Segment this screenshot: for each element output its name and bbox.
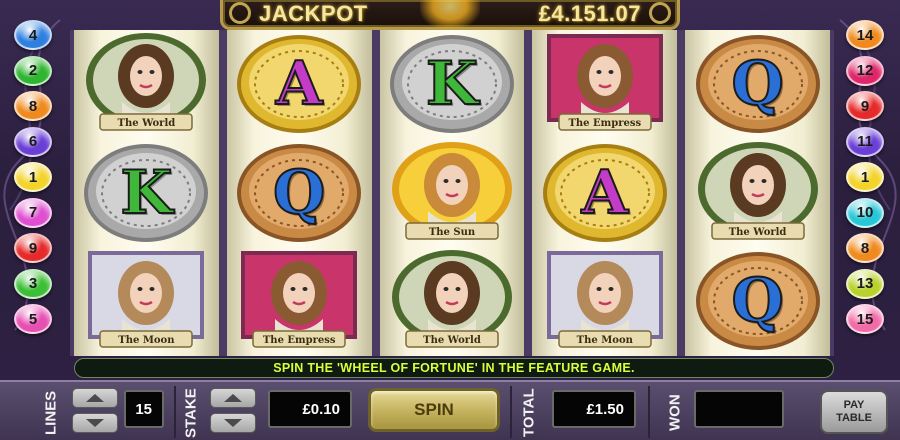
pay-table-label-line1: PAY [843,399,865,411]
panel-divider [174,386,176,438]
payline-button[interactable]: 8 [846,233,884,263]
payline-button[interactable]: 1 [14,162,52,192]
stake-label: STAKE [182,388,200,438]
pay-table-button[interactable]: PAY TABLE [820,390,888,434]
symbol-letter: Q [730,48,784,120]
reel-symbol: The Moon [74,247,219,356]
reel-2: A Q The Empress [222,30,376,356]
payline-button[interactable]: 7 [14,197,52,228]
payline-button[interactable]: 15 [846,304,884,334]
reel-4: The Empress A The Moon [528,30,682,356]
symbol-letter: Q [272,157,326,229]
reel-1: The World K The Moon [70,30,223,356]
symbol-letter: K [119,157,173,229]
reel-5: Q The World Q [681,30,834,356]
reel-symbol: The Empress [532,30,677,139]
symbol-letter: A [581,157,630,229]
tarot-card-label: The Moon [576,335,633,347]
lamp-glow-icon [420,0,480,30]
payline-button[interactable]: 8 [14,91,52,121]
lines-up-button[interactable] [72,388,118,408]
payline-button[interactable]: 4 [14,20,52,50]
tarot-card-label: The World [728,226,787,238]
jackpot-value: £4.151.07 [538,0,641,26]
arrow-up-icon [224,394,242,402]
right-payline-buttons: 14 12 9 11 1 10 8 13 15 [846,20,886,340]
stake-up-button[interactable] [210,388,256,408]
reel-symbol: A [532,139,677,248]
arrow-down-icon [224,419,242,427]
payline-button[interactable]: 13 [846,268,884,299]
reel-symbol: A [227,30,372,139]
reel-symbol: Q [227,139,372,248]
reel-symbol: The Moon [532,247,677,356]
pay-table-label-line2: TABLE [836,412,872,424]
payline-button[interactable]: 11 [846,126,884,157]
won-label: WON [666,394,684,432]
payline-button[interactable]: 9 [846,91,884,121]
symbol-letter: K [425,48,479,120]
tarot-card-label: The World [423,335,481,347]
reel-symbol: The World [74,30,219,139]
lines-arrows [72,388,118,438]
ornament-icon [229,2,251,24]
arrow-up-icon [86,394,104,402]
jackpot-banner: JACKPOT £4.151.07 [220,0,680,30]
symbol-letter: A [275,48,324,120]
payline-button[interactable]: 3 [14,268,52,299]
total-value: £1.50 [552,390,636,428]
stake-down-button[interactable] [210,413,256,433]
ornament-icon [649,2,671,24]
reel-symbol: The Sun [380,139,525,248]
reel-symbol: Q [685,30,830,139]
panel-divider [648,386,650,438]
tarot-card-label: The Empress [568,118,642,130]
payline-button[interactable]: 1 [846,162,884,192]
control-panel: LINES 15 STAKE £0.10 SPIN TOTAL £1.50 WO… [0,380,900,440]
payline-button[interactable]: 9 [14,233,52,263]
jackpot-label: JACKPOT [259,0,368,26]
symbol-letter: Q [730,265,784,337]
reel-symbol: The World [380,247,525,356]
tarot-card-label: The Moon [118,335,175,347]
lines-label: LINES [42,390,60,436]
message-bar: SPIN THE 'WHEEL OF FORTUNE' IN THE FEATU… [74,358,834,378]
lines-down-button[interactable] [72,413,118,433]
stake-value: £0.10 [268,390,352,428]
tarot-card-label: The World [117,118,176,130]
payline-button[interactable]: 6 [14,126,52,157]
payline-button[interactable]: 2 [14,55,52,86]
reel-symbol: The Empress [227,247,372,356]
tarot-card-label: The Empress [262,335,336,347]
reel-symbol: K [380,30,525,139]
reel-symbol: The World [685,139,830,248]
reel-3: K The Sun The World [375,30,529,356]
tarot-card-label: The Sun [428,226,476,238]
lines-value: 15 [124,390,164,428]
payline-button[interactable]: 10 [846,197,884,228]
payline-button[interactable]: 5 [14,304,52,334]
spin-button[interactable]: SPIN [368,388,500,432]
arrow-down-icon [86,419,104,427]
reel-area: The World K The Moon A Q The Empress K The Sun T… [70,30,834,356]
payline-button[interactable]: 14 [846,20,884,50]
payline-button[interactable]: 12 [846,55,884,86]
stake-arrows [210,388,256,438]
panel-divider [510,386,512,438]
reel-symbol: K [74,139,219,248]
reel-symbol: Q [685,247,830,356]
total-label: TOTAL [520,388,538,438]
left-payline-buttons: 4 2 8 6 1 7 9 3 5 [14,20,54,340]
game-frame: JACKPOT £4.151.07 428617935 14 12 9 11 1 10 8 1… [0,0,900,440]
won-value [694,390,784,428]
message-text: SPIN THE 'WHEEL OF FORTUNE' IN THE FEATU… [273,361,635,375]
